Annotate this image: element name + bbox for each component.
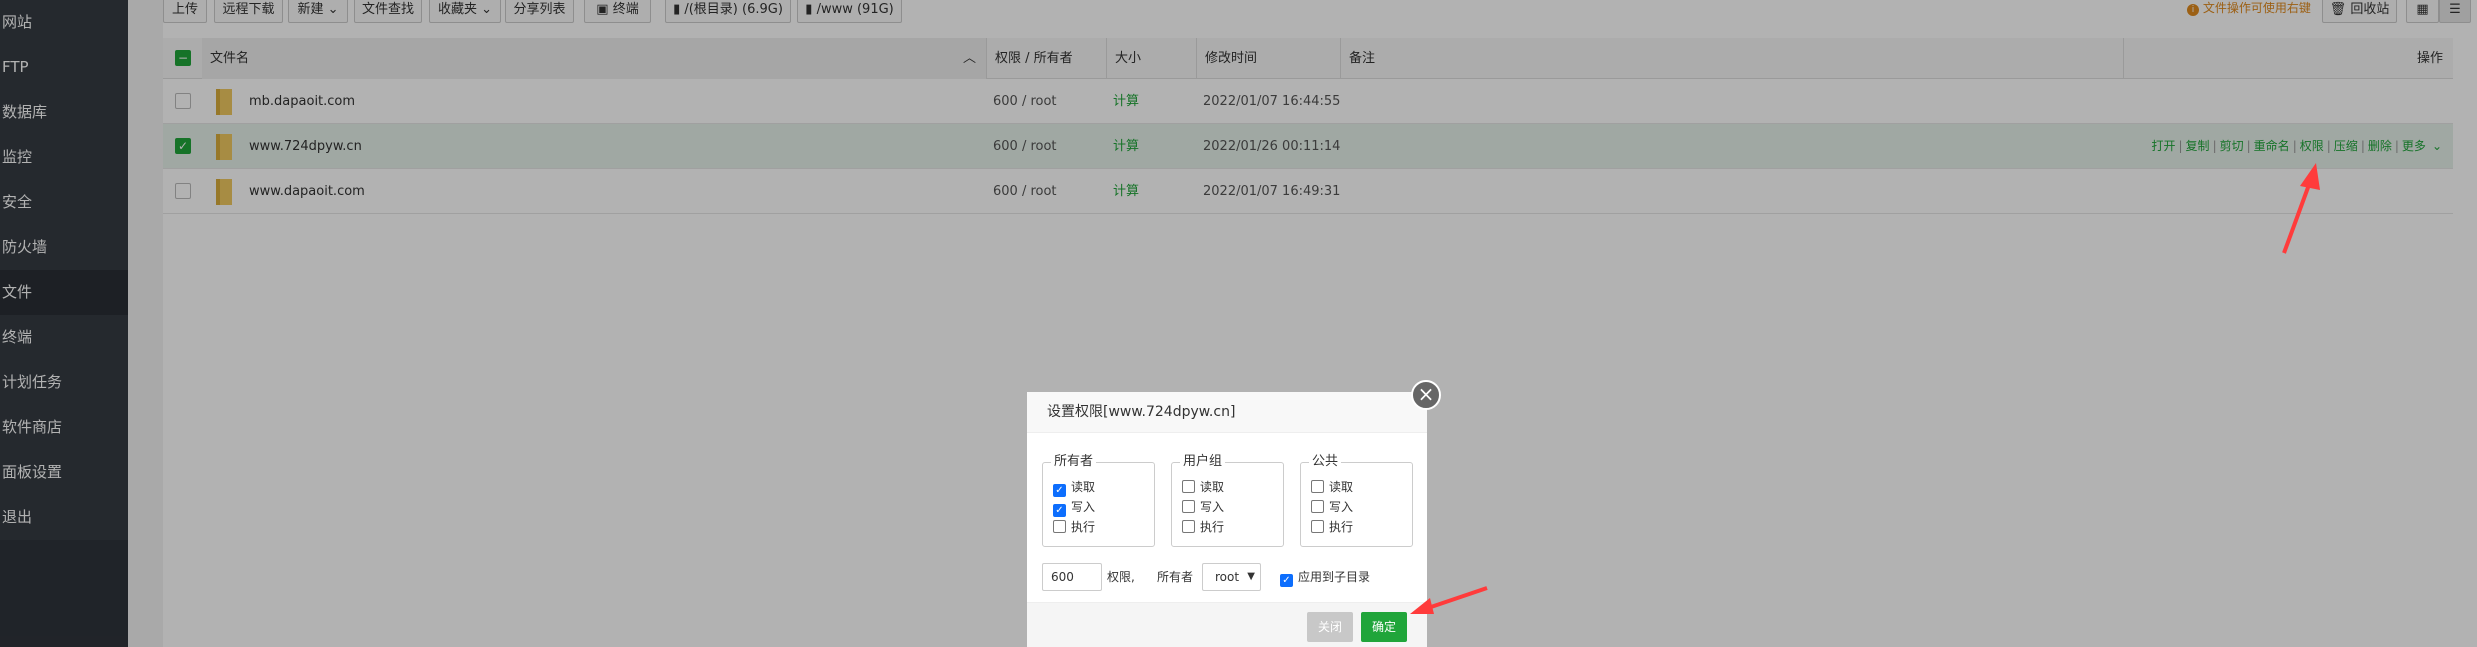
arrow-to-permission-action <box>2282 163 2320 254</box>
annotation-arrows <box>1410 163 2320 614</box>
arrow-to-confirm-button <box>1410 586 1488 614</box>
